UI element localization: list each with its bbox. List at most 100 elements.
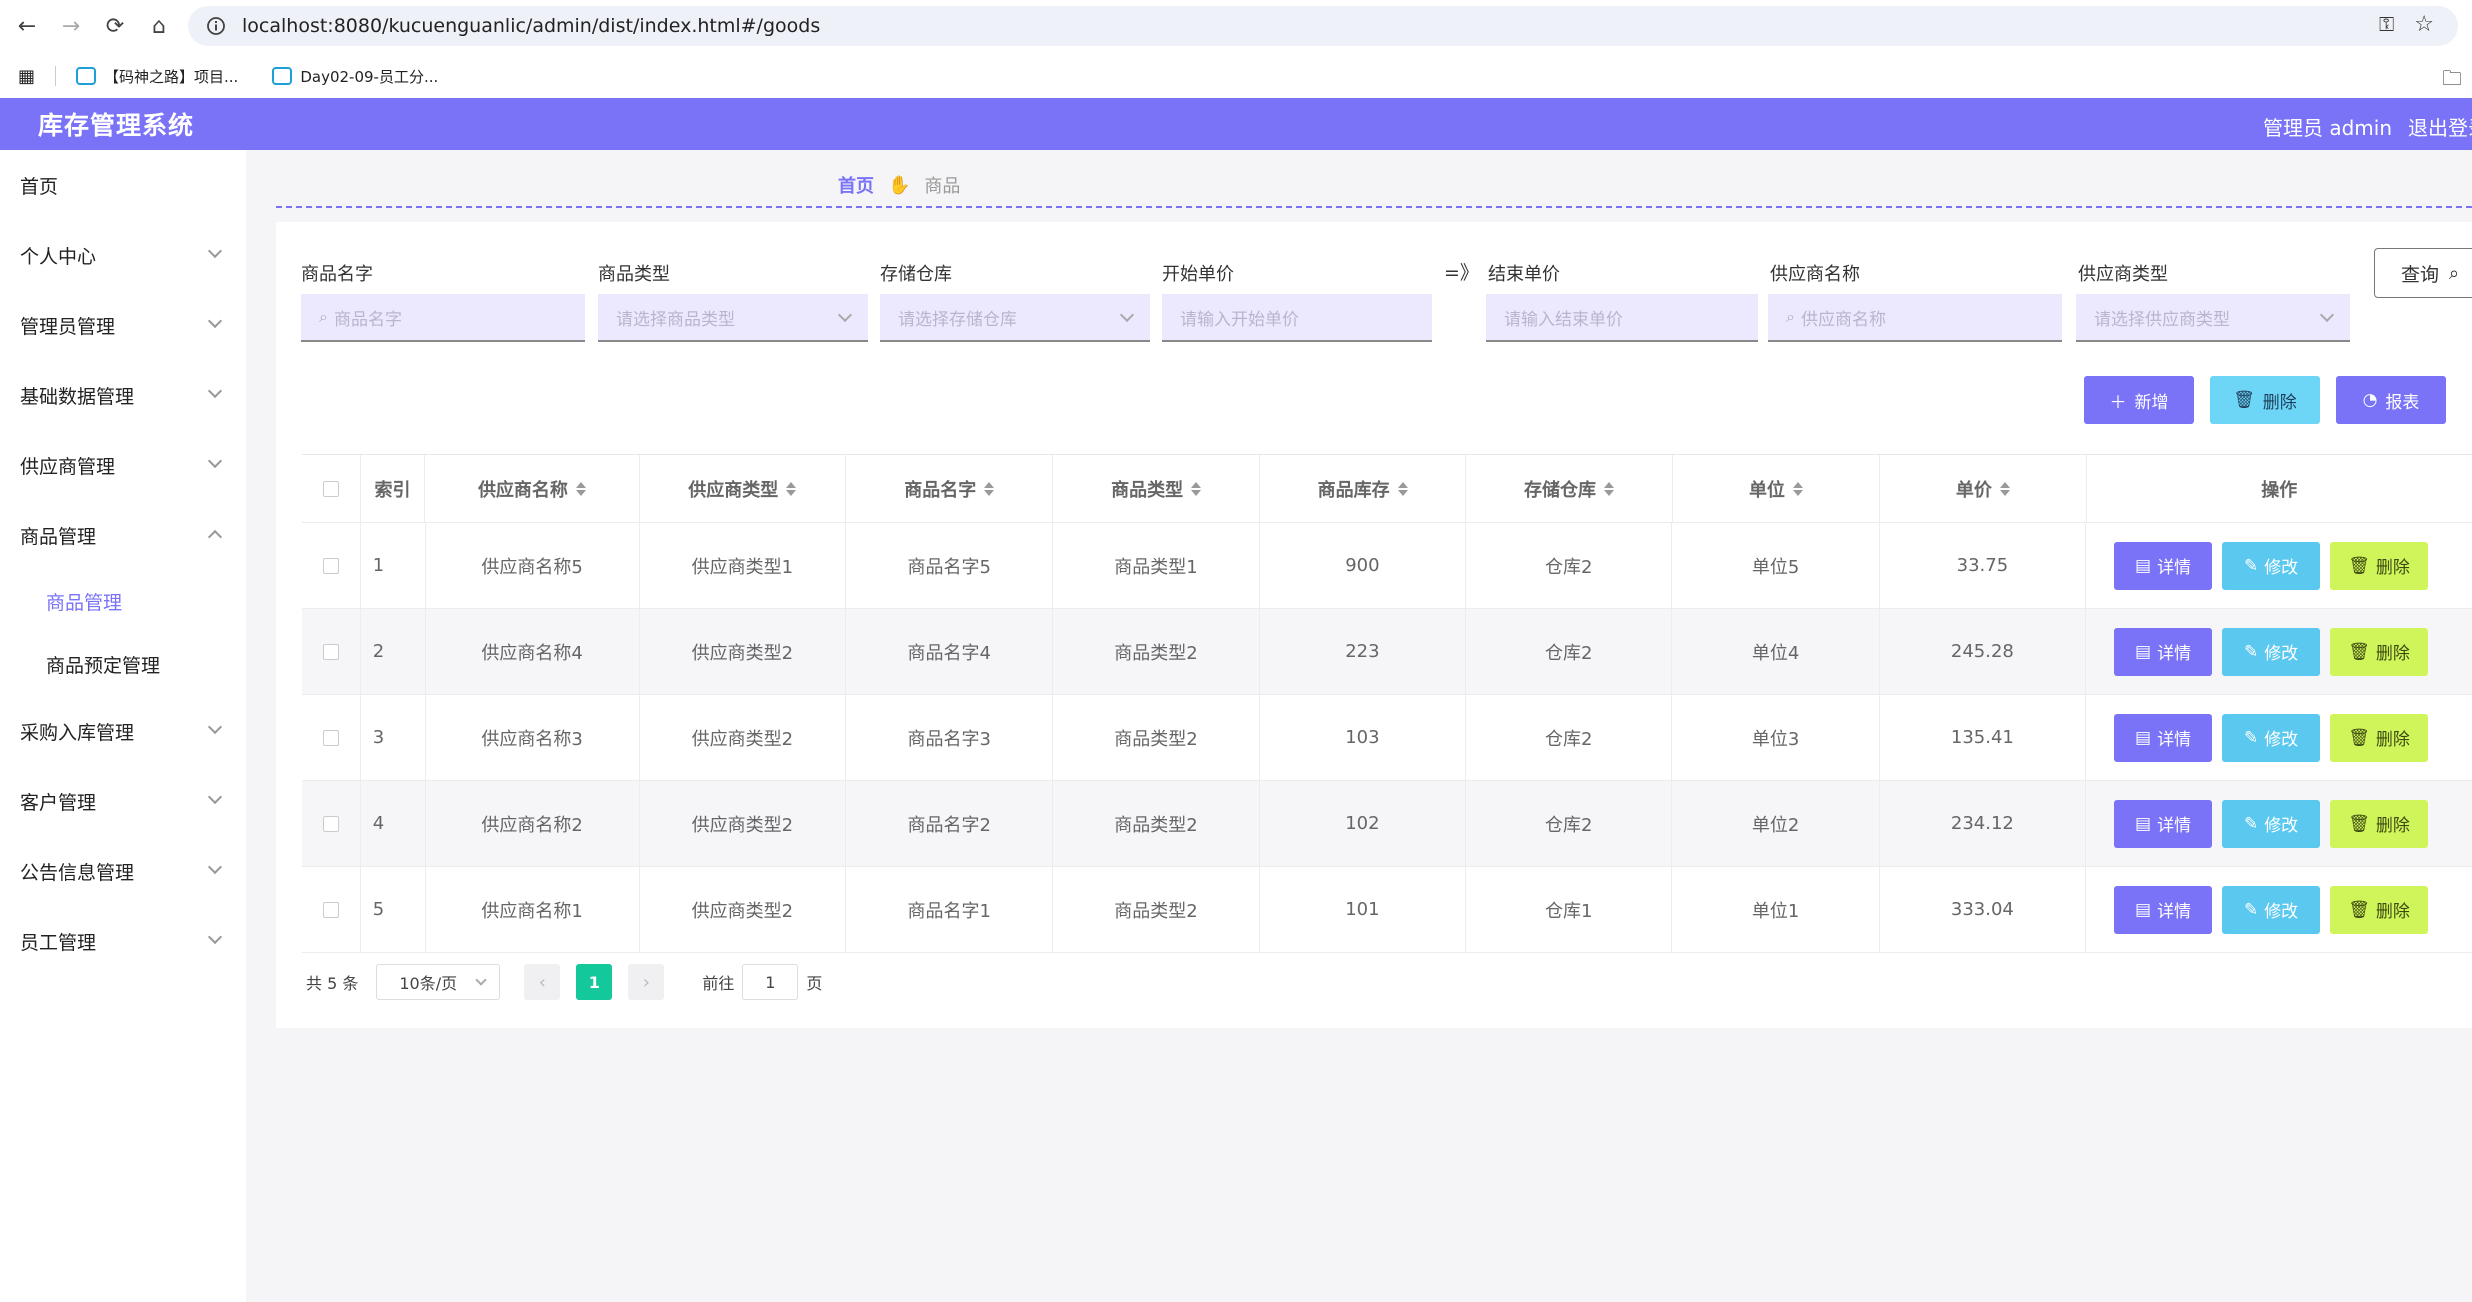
sidebar-item-basic-data[interactable]: 基础数据管理 [0, 360, 246, 430]
dashed-divider [276, 206, 2472, 208]
sidebar-item-purchase[interactable]: 采购入库管理 [0, 696, 246, 766]
reload-icon[interactable]: ⟳ [98, 9, 132, 43]
delete-button[interactable]: 🗑 删除 [2330, 627, 2429, 676]
bookmark-item-1[interactable]: 【码神之路】项目... [76, 66, 238, 87]
detail-button[interactable]: ▤ 详情 [2114, 799, 2213, 848]
button-label: 删除 [2375, 816, 2410, 836]
logout-button[interactable]: 退出登录 [2408, 112, 2472, 141]
edit-button[interactable]: ✎ 修改 [2222, 627, 2321, 676]
prev-page-button[interactable]: ‹ [524, 964, 561, 1000]
chevron-left-icon: ‹ [538, 971, 546, 993]
button-label: 修改 [2264, 558, 2299, 578]
main-content: 首页 ✋ 商品 商品名字 ⌕ 商品名字 商品类型 请选择商品类型 存储仓库 请选… [246, 150, 2472, 1302]
next-page-button[interactable]: › [628, 964, 665, 1000]
report-button[interactable]: ◔ 报表 [2336, 376, 2446, 424]
cell-supplier-type: 供应商类型2 [640, 781, 847, 866]
home-icon[interactable]: ⌂ [142, 9, 176, 43]
row-checkbox[interactable] [322, 557, 339, 574]
query-button[interactable]: 查询 ⌕ [2374, 248, 2472, 298]
breadcrumb-current: 商品 [924, 176, 961, 197]
col-stock[interactable]: 商品库存 [1260, 455, 1467, 522]
delete-button[interactable]: 🗑 删除 [2330, 541, 2429, 590]
sort-icon[interactable] [575, 481, 586, 496]
edit-button[interactable]: ✎ 修改 [2222, 885, 2321, 934]
delete-button[interactable]: 🗑 删除 [2330, 885, 2429, 934]
apps-grid-icon[interactable]: ▦ [18, 66, 35, 87]
delete-button[interactable]: 🗑 删除 [2330, 799, 2429, 848]
password-key-icon[interactable]: ⚿ [2379, 12, 2394, 37]
sidebar-item-admin[interactable]: 管理员管理 [0, 290, 246, 360]
breadcrumb-home[interactable]: 首页 [838, 172, 874, 198]
row-checkbox[interactable] [322, 901, 339, 918]
sort-icon[interactable] [1191, 481, 1202, 496]
chevron-down-icon [207, 313, 223, 329]
detail-button[interactable]: ▤ 详情 [2114, 541, 2213, 590]
edit-button[interactable]: ✎ 修改 [2222, 713, 2321, 762]
url-text[interactable]: localhost:8080/kucuenguanlic/admin/dist/… [242, 15, 820, 37]
breadcrumb: 首页 ✋ 商品 [838, 172, 960, 198]
sort-icon[interactable] [1397, 481, 1408, 496]
batch-delete-button[interactable]: 🗑 删除 [2210, 376, 2320, 424]
col-supplier-type[interactable]: 供应商类型 [640, 455, 847, 522]
detail-button[interactable]: ▤ 详情 [2114, 713, 2213, 762]
sidebar-item-notices[interactable]: 公告信息管理 [0, 836, 246, 906]
end-price-input[interactable]: 请输入结束单价 [1486, 294, 1758, 342]
cell-supplier: 供应商名称1 [426, 867, 640, 952]
app-header: 库存管理系统 管理员 admin 退出登录 [0, 98, 2472, 150]
add-button[interactable]: ＋ 新增 [2084, 376, 2194, 424]
sidebar-item-suppliers[interactable]: 供应商管理 [0, 430, 246, 500]
sidebar-item-employees[interactable]: 员工管理 [0, 906, 246, 976]
trash-icon: 🗑 [2348, 813, 2370, 834]
col-unit[interactable]: 单位 [1673, 455, 1881, 522]
bookmark-star-icon[interactable]: ☆ [2414, 12, 2434, 37]
site-info-icon[interactable] [198, 8, 234, 44]
col-supplier[interactable]: 供应商名称 [425, 455, 640, 522]
page-size-select[interactable]: 10条/页 [376, 964, 501, 1000]
cell-goods-name: 商品名字2 [846, 781, 1054, 866]
warehouse-select[interactable]: 请选择存储仓库 [880, 294, 1150, 342]
col-warehouse[interactable]: 存储仓库 [1466, 455, 1673, 522]
col-goods-type[interactable]: 商品类型 [1053, 455, 1260, 522]
row-actions: ▤ 详情 ✎ 修改 🗑 删除 [2086, 695, 2472, 780]
row-checkbox[interactable] [322, 729, 339, 746]
row-checkbox[interactable] [322, 643, 339, 660]
sort-icon[interactable] [1999, 481, 2010, 496]
start-price-input[interactable]: 请输入开始单价 [1162, 294, 1432, 342]
add-label: 新增 [2134, 392, 2169, 413]
forward-icon[interactable]: → [54, 9, 88, 43]
goods-name-input[interactable]: ⌕ 商品名字 [301, 294, 585, 342]
cell-index: 1 [361, 523, 426, 608]
url-bar[interactable]: localhost:8080/kucuenguanlic/admin/dist/… [188, 6, 2458, 46]
sort-icon[interactable] [786, 481, 797, 496]
col-price[interactable]: 单价 [1880, 455, 2087, 522]
cell-supplier-type: 供应商类型1 [640, 523, 847, 608]
sidebar-subitem-goods[interactable]: 商品管理 [0, 570, 246, 633]
delete-button[interactable]: 🗑 删除 [2330, 713, 2429, 762]
col-goods-name[interactable]: 商品名字 [846, 455, 1054, 522]
pie-chart-icon: ◔ [2362, 390, 2378, 410]
sort-icon[interactable] [984, 481, 995, 496]
sidebar-item-profile[interactable]: 个人中心 [0, 220, 246, 290]
goto-page-input[interactable]: 1 [742, 964, 799, 1000]
sidebar-item-goods[interactable]: 商品管理 [0, 500, 246, 570]
goods-type-select[interactable]: 请选择商品类型 [598, 294, 868, 342]
edit-button[interactable]: ✎ 修改 [2222, 799, 2321, 848]
sidebar-item-label: 员工管理 [20, 931, 97, 954]
row-checkbox[interactable] [322, 815, 339, 832]
bookmark-item-2[interactable]: Day02-09-员工分... [272, 66, 438, 87]
detail-button[interactable]: ▤ 详情 [2114, 885, 2213, 934]
supplier-type-select[interactable]: 请选择供应商类型 [2076, 294, 2350, 342]
supplier-name-input[interactable]: ⌕ 供应商名称 [1768, 294, 2062, 342]
sort-icon[interactable] [1604, 481, 1615, 496]
back-icon[interactable]: ← [10, 9, 44, 43]
edit-button[interactable]: ✎ 修改 [2222, 541, 2321, 590]
page-number-current[interactable]: 1 [576, 964, 613, 1000]
sidebar-item-customers[interactable]: 客户管理 [0, 766, 246, 836]
sidebar-subitem-goods-reservation[interactable]: 商品预定管理 [0, 633, 246, 696]
folder-icon[interactable]: 🗀 [2442, 64, 2462, 98]
select-all-checkbox[interactable] [322, 480, 339, 497]
trash-icon: 🗑 [2348, 727, 2370, 748]
detail-button[interactable]: ▤ 详情 [2114, 627, 2213, 676]
sidebar-item-home[interactable]: 首页 [0, 150, 246, 220]
sort-icon[interactable] [1792, 481, 1803, 496]
